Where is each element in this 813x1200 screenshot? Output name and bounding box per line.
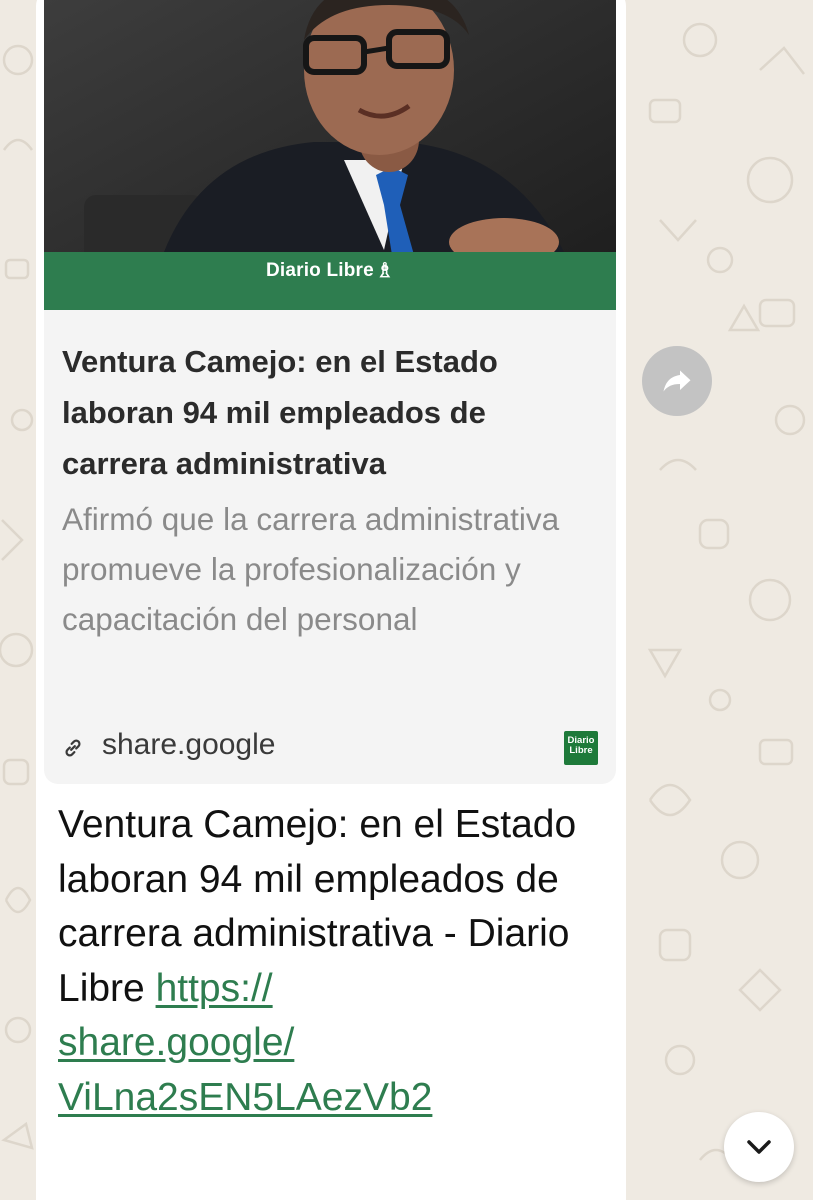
- scroll-to-bottom-button[interactable]: [724, 1112, 794, 1182]
- preview-title[interactable]: Ventura Camejo: en el Estado laboran 94 …: [62, 336, 592, 489]
- preview-domain-row[interactable]: share.google Diario Libre: [62, 724, 598, 772]
- favicon-text-bottom: Libre: [569, 745, 593, 756]
- brand-figure-icon: ♗: [375, 260, 395, 282]
- url-part-3[interactable]: ViLna2sEN5LAezVb2: [58, 1071, 608, 1126]
- message-body: Ventura Camejo: en el Estado laboran 94 …: [58, 803, 577, 1010]
- link-icon: [65, 739, 81, 757]
- site-favicon: Diario Libre: [564, 731, 598, 765]
- article-image[interactable]: Diario Libre ♗: [44, 0, 616, 310]
- url-part-2[interactable]: share.google/: [58, 1016, 608, 1071]
- url-part-1[interactable]: https://: [156, 967, 273, 1010]
- preview-domain: share.google: [102, 728, 276, 761]
- message-text: Ventura Camejo: en el Estado laboran 94 …: [58, 798, 608, 1125]
- link-preview-card[interactable]: Diario Libre ♗ Ventura Camejo: en el Esta…: [44, 0, 616, 784]
- forward-button[interactable]: [642, 346, 712, 416]
- forward-arrow-icon: [663, 370, 691, 392]
- preview-description: Afirmó que la carrera administrativa pro…: [62, 501, 560, 637]
- chevron-down-icon: [747, 1140, 771, 1154]
- image-brand-label: Diario Libre ♗: [265, 260, 395, 282]
